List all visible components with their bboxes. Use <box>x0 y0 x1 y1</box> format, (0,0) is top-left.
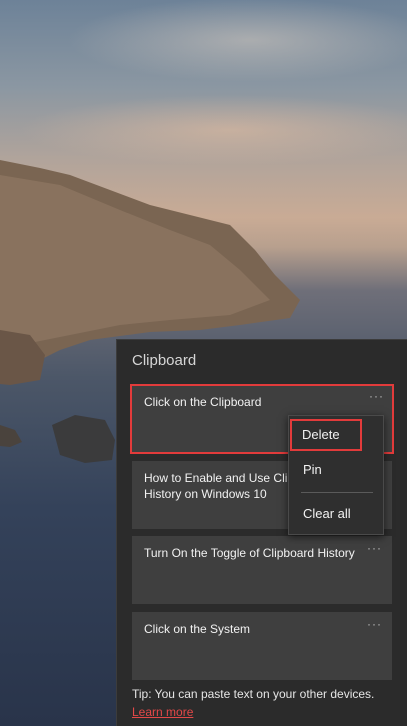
pin-menu-item[interactable]: Pin <box>291 454 381 486</box>
context-menu: Delete Pin Clear all <box>288 415 384 535</box>
learn-more-link[interactable]: Learn more <box>132 705 193 719</box>
more-options-icon[interactable]: ··· <box>369 388 384 404</box>
clipboard-item-text: Turn On the Toggle of Clipboard History <box>144 546 355 560</box>
clipboard-item-text: Click on the System <box>144 622 251 636</box>
tip-text: Tip: You can paste text on your other de… <box>132 687 375 701</box>
clipboard-item[interactable]: Turn On the Toggle of Clipboard History … <box>132 536 392 604</box>
menu-divider <box>301 492 373 493</box>
more-options-icon[interactable]: ··· <box>367 540 382 556</box>
more-options-icon[interactable]: ··· <box>367 616 382 632</box>
clipboard-item-text: Click on the Clipboard <box>144 395 262 409</box>
panel-title: Clipboard <box>132 352 197 369</box>
clear-all-menu-item[interactable]: Clear all <box>291 498 381 530</box>
delete-menu-item[interactable]: Delete <box>290 419 362 451</box>
clipboard-item[interactable]: Click on the System ··· <box>132 612 392 680</box>
